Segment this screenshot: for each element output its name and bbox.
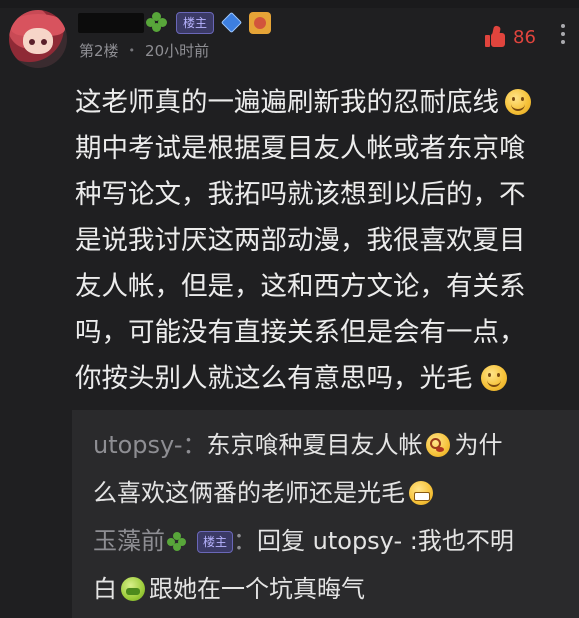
grimace-emoji-icon (409, 481, 433, 505)
top-edge (0, 0, 579, 8)
sick-emoji-icon (121, 577, 145, 601)
comment-line: 友人帐，但是，这和西方文论，有关系 (75, 271, 526, 302)
comment-line: 是说我讨厌这两部动漫，我很喜欢夏目 (75, 225, 526, 256)
comment-line: 期中考试是根据夏目友人帐或者东京喰 (75, 133, 526, 164)
reply-line: utopsy-：东京喰种夏目友人帐 为什 (93, 431, 503, 459)
reply-author[interactable]: 玉藻前 (93, 527, 165, 555)
reply-line: 么喜欢这俩番的老师还是光毛 (93, 468, 573, 518)
comment-line: 吗，可能没有直接关系但是会有一点， (75, 317, 526, 348)
diamond-level-icon (222, 14, 240, 32)
meta-separator: • (128, 44, 136, 57)
more-options-icon[interactable] (560, 24, 566, 54)
floor-number: 第2楼 (79, 42, 119, 60)
user-avatar[interactable] (9, 10, 67, 68)
op-badge: 楼主 (197, 531, 234, 553)
reply-line: 白跟她在一个坑真晦气 (93, 575, 365, 603)
post-time: 20小时前 (145, 42, 210, 60)
like-button[interactable]: 86 (485, 25, 536, 48)
smile-emoji-icon (505, 89, 531, 115)
op-badge: 楼主 (176, 12, 215, 34)
comment-meta: 第2楼 • 20小时前 (79, 40, 209, 61)
comment-line: 这老师真的一遍遍刷新我的忍耐底线 (75, 80, 579, 126)
clover-icon (146, 12, 168, 34)
smile-emoji-icon (480, 365, 507, 391)
medal-icon (249, 12, 272, 34)
reply-line: 玉藻前 楼主 ：回复 utopsy- :我也不明 (93, 527, 514, 555)
like-count: 86 (513, 26, 536, 48)
comment-header: 楼主 (78, 8, 272, 38)
dizzy-emoji-icon (426, 433, 451, 457)
thumbs-up-icon (485, 25, 507, 48)
comment-line: 你按头别人就这么有意思吗，光毛 (75, 356, 579, 402)
comment-body: 这老师真的一遍遍刷新我的忍耐底线 期中考试是根据夏目友人帐或者东京喰 种写论文，… (75, 80, 579, 402)
comment-line: 种写论文，我拓吗就该想到以后的，不 (75, 179, 526, 210)
redacted-username (78, 13, 144, 33)
reply-author[interactable]: utopsy- (93, 431, 182, 459)
clover-icon (167, 532, 187, 552)
